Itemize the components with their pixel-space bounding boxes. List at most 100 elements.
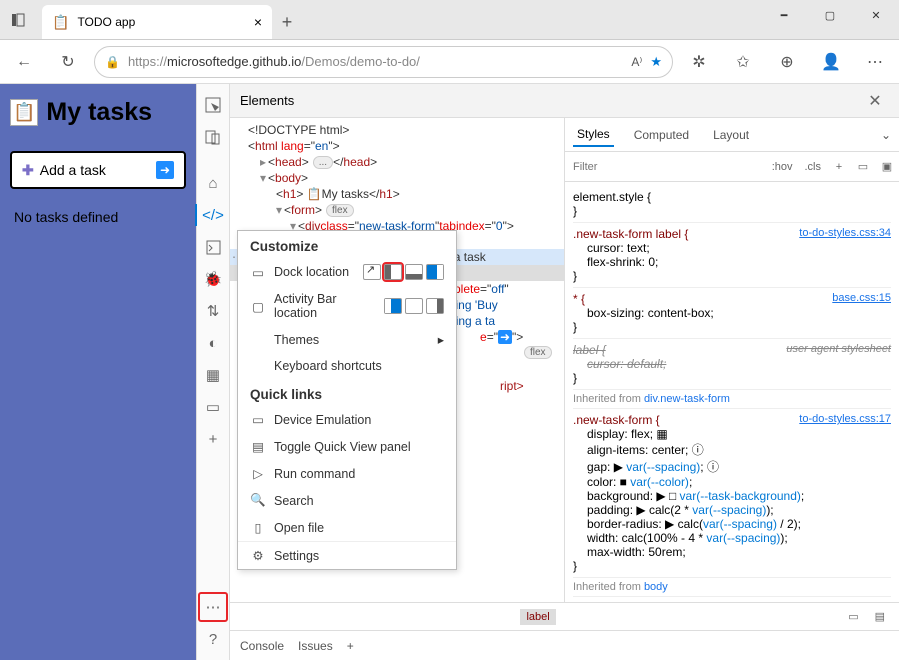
elements-tab[interactable]: Elements — [240, 93, 294, 108]
plus-icon: ✚ — [22, 162, 34, 179]
cls-toggle[interactable]: .cls — [799, 161, 828, 173]
back-button[interactable]: ← — [6, 44, 42, 80]
refresh-button[interactable]: ↻ — [50, 44, 86, 80]
dock-icon[interactable]: ▭ — [842, 610, 864, 623]
collections-button[interactable]: ⊕ — [769, 44, 805, 80]
dock-undock-option[interactable] — [363, 264, 381, 280]
page-title: 📋 My tasks — [10, 98, 186, 127]
add-drawer-tab[interactable]: + — [347, 639, 354, 653]
themes-item[interactable]: Themes ▸ — [238, 326, 456, 353]
tab-actions-button[interactable] — [0, 0, 36, 39]
close-tab-icon[interactable]: × — [254, 14, 262, 30]
panel-icon: ▤ — [250, 439, 266, 454]
customize-button[interactable]: ⋯ — [198, 592, 228, 622]
devtools-activity-bar: ⌂ </> 🐞 ⇅ ◐ ▦ ▭ + ⋯ ? — [196, 84, 230, 660]
activity-left-option[interactable] — [384, 298, 402, 314]
add-task-input[interactable]: ✚ Add a task ➜ — [10, 151, 186, 189]
device-emulation-item[interactable]: ▭ Device Emulation — [238, 406, 456, 433]
doctype-node: <!DOCTYPE html> — [248, 123, 349, 137]
new-tab-button[interactable]: + — [272, 5, 302, 39]
file-icon: ▯ — [250, 520, 266, 535]
styles-sidebar: Styles Computed Layout ⌄ :hov .cls + ▭ ▣… — [565, 118, 899, 602]
elements-tool-icon[interactable]: </> — [198, 200, 228, 230]
webpage-content: 📋 My tasks ✚ Add a task ➜ No tasks defin… — [0, 84, 196, 660]
empty-state: No tasks defined — [10, 209, 186, 225]
tab-layout[interactable]: Layout — [709, 124, 753, 146]
maximize-button[interactable]: ▢ — [807, 0, 853, 30]
dock-location-item[interactable]: ▭ Dock location — [238, 258, 456, 286]
chevron-down-icon[interactable]: ⌄ — [881, 128, 891, 142]
activity-bar-location-item[interactable]: ▢ Activity Bar location — [238, 286, 456, 326]
close-devtools-button[interactable]: ✕ — [861, 87, 889, 115]
gear-icon: ⚙ — [250, 548, 266, 563]
performance-tool-icon[interactable]: ◐ — [198, 328, 228, 358]
dock-bottom-option[interactable] — [405, 264, 423, 280]
customize-popup: Customize ▭ Dock location ▢ Activity Bar… — [237, 230, 457, 570]
layout-icon: ▢ — [250, 299, 266, 314]
dock-right-option[interactable] — [426, 264, 444, 280]
lock-icon: 🔒 — [105, 55, 120, 69]
styles-filter-row: :hov .cls + ▭ ▣ — [565, 152, 899, 182]
filter-input[interactable] — [565, 161, 766, 173]
settings-item[interactable]: ⚙ Settings — [238, 541, 456, 569]
memory-tool-icon[interactable]: ▦ — [198, 360, 228, 390]
submit-arrow-icon[interactable]: ➜ — [156, 161, 174, 179]
tab-computed[interactable]: Computed — [630, 124, 693, 146]
activity-top-option[interactable] — [405, 298, 423, 314]
clipboard-icon: 📋 — [10, 99, 38, 126]
devtools-panel: Elements ✕ <!DOCTYPE html> <html lang="e… — [230, 84, 899, 660]
add-task-label: Add a task — [40, 162, 106, 178]
source-link[interactable]: to-do-styles.css:17 — [799, 413, 891, 425]
devtools-tabbar: Elements ✕ — [230, 84, 899, 118]
window-titlebar: 📋 TODO app × + ━ ▢ ✕ — [0, 0, 899, 40]
popup-section-title: Customize — [238, 231, 456, 258]
panel-icon[interactable]: ▤ — [869, 610, 891, 623]
welcome-icon[interactable]: ⌂ — [198, 168, 228, 198]
breadcrumb-label[interactable]: label — [520, 609, 555, 625]
minimize-button[interactable]: ━ — [761, 0, 807, 30]
console-tab[interactable]: Console — [240, 639, 284, 653]
styles-rules[interactable]: element.style {} to-do-styles.css:34 .ne… — [565, 182, 899, 602]
search-item[interactable]: 🔍 Search — [238, 487, 456, 514]
source-link[interactable]: to-do-styles.css:34 — [799, 227, 891, 239]
close-window-button[interactable]: ✕ — [853, 0, 899, 30]
profile-button[interactable]: 👤 — [813, 44, 849, 80]
issues-tab[interactable]: Issues — [298, 639, 333, 653]
toggle-quickview-item[interactable]: ▤ Toggle Quick View panel — [238, 433, 456, 460]
source-label: user agent stylesheet — [786, 343, 891, 355]
dock-left-option[interactable] — [384, 264, 402, 280]
devtools-drawer: Console Issues + — [230, 630, 899, 660]
inspect-icon[interactable] — [198, 90, 228, 120]
favorite-icon[interactable]: ★ — [650, 54, 662, 70]
dom-breadcrumb[interactable]: label ▭ ▤ — [230, 602, 899, 630]
application-tool-icon[interactable]: ▭ — [198, 392, 228, 422]
source-link[interactable]: base.css:15 — [832, 292, 891, 304]
tab-styles[interactable]: Styles — [573, 123, 614, 147]
read-aloud-icon[interactable]: A⁾ — [631, 55, 642, 69]
help-icon[interactable]: ? — [198, 624, 228, 654]
network-tool-icon[interactable]: ⇅ — [198, 296, 228, 326]
rendering-icon[interactable]: ▣ — [875, 160, 899, 173]
sources-tool-icon[interactable]: 🐞 — [198, 264, 228, 294]
browser-tab[interactable]: 📋 TODO app × — [42, 5, 272, 39]
open-file-item[interactable]: ▯ Open file — [238, 514, 456, 541]
device-toolbar-icon[interactable] — [198, 122, 228, 152]
new-rule-icon[interactable]: + — [827, 161, 851, 173]
more-button[interactable]: ⋯ — [857, 44, 893, 80]
address-bar[interactable]: 🔒 https://microsoftedge.github.io/Demos/… — [94, 46, 673, 78]
keyboard-shortcuts-item[interactable]: Keyboard shortcuts — [238, 353, 456, 379]
extensions-button[interactable]: ✲ — [681, 44, 717, 80]
separator — [198, 154, 228, 166]
add-tool-button[interactable]: + — [198, 424, 228, 454]
computed-toggle-icon[interactable]: ▭ — [851, 160, 875, 173]
dock-icon: ▭ — [250, 265, 266, 280]
hov-toggle[interactable]: :hov — [766, 161, 799, 173]
browser-toolbar: ← ↻ 🔒 https://microsoftedge.github.io/De… — [0, 40, 899, 84]
favorites-button[interactable]: ✩ — [725, 44, 761, 80]
clipboard-icon: 📋 — [52, 14, 69, 31]
search-icon: 🔍 — [250, 493, 266, 508]
activity-right-option[interactable] — [426, 298, 444, 314]
console-tool-icon[interactable] — [198, 232, 228, 262]
run-command-item[interactable]: ▷ Run command — [238, 460, 456, 487]
styles-tabs: Styles Computed Layout ⌄ — [565, 118, 899, 152]
